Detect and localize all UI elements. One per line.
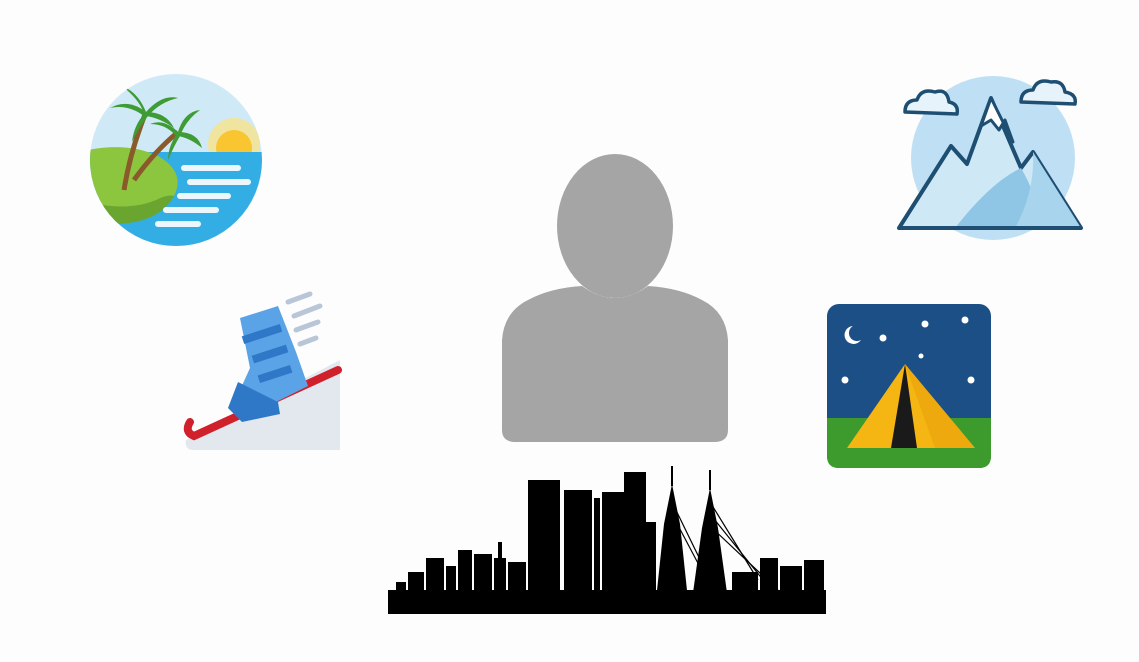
beach-island-icon bbox=[90, 74, 262, 246]
snowy-mountain-icon bbox=[897, 76, 1083, 240]
city-skyline-icon bbox=[388, 466, 826, 614]
ski-boot-icon bbox=[183, 291, 342, 450]
camping-tent-night-icon bbox=[827, 304, 991, 468]
person-silhouette-icon bbox=[502, 154, 728, 442]
interest-diagram bbox=[0, 0, 1139, 662]
